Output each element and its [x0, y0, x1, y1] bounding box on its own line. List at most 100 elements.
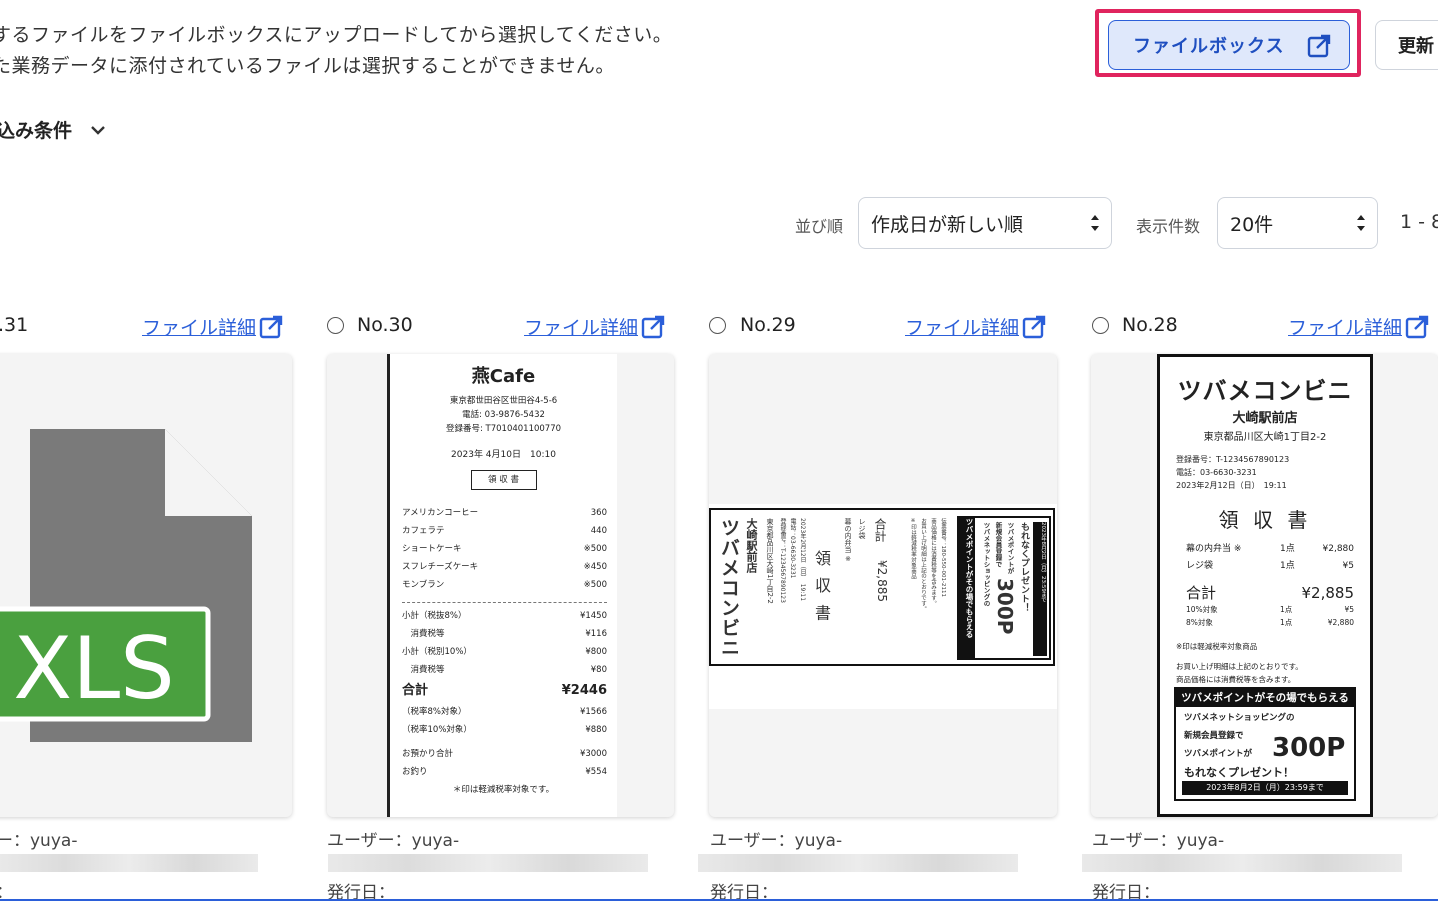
receipt-promo-box: ツバメポイントがその場でもらえる ツバメネットショッピングの 新規会員登録で ツ…: [1174, 687, 1356, 801]
cafe-receipt: 燕Cafe 東京都世田谷区世田谷4-5-6 電話: 03-9876-5432 登…: [387, 354, 617, 817]
receipt-row: 10%対象 1点 ¥5: [1186, 603, 1354, 616]
file-user: ユーザー：yuya-: [1092, 831, 1225, 851]
receipt-row-price: ※450: [583, 562, 607, 572]
sort-select[interactable]: 作成日が新しい順: [858, 197, 1112, 249]
receipt-reg-number: 登録番号：T-1234567890123: [1176, 455, 1290, 464]
file-thumbnail[interactable]: 燕Cafe 東京都世田谷区世田谷4-5-6 電話: 03-9876-5432 登…: [327, 354, 674, 817]
receipt-tax-rows: 10%対象 1点 ¥5 8%対象 1点 ¥2,880: [1186, 603, 1354, 629]
receipt-shop-name: ツバメコンビニ: [1177, 377, 1353, 405]
file-detail-link[interactable]: ファイル詳細: [905, 313, 1046, 340]
promo-line-1: ツバメネットショッピングの: [1184, 713, 1295, 723]
receipt-row: お預かり合計 ¥3000: [402, 745, 607, 763]
sort-label: 並び順: [795, 217, 844, 236]
file-thumbnail[interactable]: ツバメコンビニ 大崎駅前店 東京都品川区大崎1丁目2-2 登録番号：T-1234…: [709, 354, 1057, 817]
external-link-icon: [1022, 315, 1046, 338]
blurred-text: [328, 854, 648, 872]
blurred-text: [698, 854, 1018, 872]
promo-heading: ツバメポイントがその場でもらえる: [959, 518, 975, 658]
receipt-tax-rows: （税率8%対象） ¥1566 （税率10%対象） ¥880: [402, 703, 607, 739]
file-thumbnail[interactable]: XLS: [0, 354, 292, 817]
promo-heading: ツバメポイントがその場でもらえる: [1176, 689, 1354, 707]
file-card-header: .31 ファイル詳細: [0, 314, 290, 342]
file-number: No.29: [740, 314, 796, 336]
receipt-note-4: 伝票番号：180-550-001-2111: [940, 518, 946, 597]
receipt-row-name: 10%対象: [1186, 605, 1218, 614]
receipt-datetime: 2023年2月12日（日） 19:11: [799, 518, 806, 602]
rotated-receipt-sheet: ツバメコンビニ 大崎駅前店 東京都品川区大崎1丁目2-2 登録番号：T-1234…: [709, 504, 1057, 709]
receipt-row: カフェラテ 440: [402, 522, 607, 540]
file-detail-link[interactable]: ファイル詳細: [524, 313, 665, 340]
file-select-radio[interactable]: [1092, 317, 1109, 334]
promo-line-2: 新規会員登録で: [994, 522, 1002, 568]
receipt-address: 東京都品川区大崎1丁目2-2: [1203, 432, 1327, 443]
receipt-row-name: 小計（税別10%）: [402, 647, 472, 657]
receipt-total-row: 合計 ¥2,885: [1186, 583, 1354, 603]
receipt-row-name: お釣り: [402, 767, 428, 777]
file-select-radio[interactable]: [709, 317, 726, 334]
receipt-shop-name: 燕Cafe: [471, 366, 536, 387]
file-detail-link[interactable]: ファイル詳細: [142, 313, 283, 340]
promo-deadline: 2023年8月2日（月）23:59まで: [1033, 522, 1047, 656]
receipt-row-name: 消費税等: [402, 629, 445, 639]
receipt-row: 小計（税抜8%） ¥1450: [402, 607, 607, 625]
file-number: No.28: [1122, 314, 1178, 336]
receipt-row-price: ¥2,880: [1322, 544, 1355, 554]
filebox-button[interactable]: ファイルボックス: [1108, 20, 1350, 70]
receipt-row: レジ袋 1点 ¥5: [1186, 558, 1354, 575]
promo-line-4: もれなくプレゼント！: [1019, 522, 1029, 612]
refresh-button[interactable]: 更新: [1375, 20, 1438, 70]
file-detail-link-label: ファイル詳細: [524, 317, 639, 339]
receipt-row-name: ショートケーキ: [402, 544, 462, 554]
xls-label: XLS: [13, 619, 174, 719]
receipt-datetime: 2023年2月12日（日） 19:11: [1176, 481, 1287, 490]
receipt-note-3: 商品価格には消費税等を含みます。: [1176, 675, 1296, 684]
file-detail-link-label: ファイル詳細: [142, 317, 257, 339]
receipt-address: 東京都品川区大崎1丁目2-2: [766, 518, 774, 604]
receipt-tel: 電話：03-6630-3231: [1176, 468, 1257, 477]
receipt-row: 消費税等 ¥116: [402, 625, 608, 643]
filter-conditions-toggle[interactable]: 込み条件: [0, 116, 106, 143]
receipt-row-qty: 1点: [1280, 618, 1293, 627]
receipt-row-name: アメリカンコーヒー: [402, 508, 479, 518]
display-count-label: 表示件数: [1136, 217, 1201, 236]
receipt-row-price: ※500: [583, 580, 607, 590]
receipt-row-name: レジ袋: [1186, 561, 1214, 571]
display-count-value: 20件: [1230, 213, 1274, 236]
receipt-row-price: ¥5: [1342, 561, 1354, 571]
receipt-row: アメリカンコーヒー 360: [402, 504, 607, 522]
receipt-total-label: 合計: [873, 518, 887, 542]
receipt-datetime: 2023年 4月10日 10:10: [451, 450, 556, 460]
file-thumbnail[interactable]: ツバメコンビニ 大崎駅前店 東京都品川区大崎1丁目2-2 登録番号：T-1234…: [1091, 354, 1438, 817]
receipt-row: モンブラン ※500: [402, 576, 607, 594]
receipt-row: 小計（税別10%） ¥800: [402, 643, 607, 661]
promo-line-3: ツバメポイントが: [1006, 522, 1014, 574]
notice-line-2: た業務データに添付されているファイルは選択することができません。: [0, 55, 615, 77]
chevron-down-icon: [91, 125, 105, 135]
receipt-row: （税率10%対象） ¥880: [402, 721, 607, 739]
receipt-row-price: ¥554: [585, 767, 607, 777]
receipt-row-price: ¥3000: [579, 749, 607, 759]
receipt-item-1: 幕の内弁当 ※: [844, 518, 852, 564]
receipt-row-name: スフレチーズケーキ: [402, 562, 479, 572]
receipt-row-name: （税率8%対象）: [402, 707, 467, 717]
receipt-note: ＊印は軽減税率対象です。: [452, 785, 555, 795]
blurred-text: [1082, 854, 1402, 872]
receipt-total-value: ¥2,885: [875, 560, 889, 602]
file-user: ユーザー：yuya-: [327, 831, 460, 851]
receipt-row-price: ¥800: [585, 647, 607, 657]
file-user: ユーザー：yuya-: [710, 831, 843, 851]
receipt-note-2: お買い上げ明細は上記のとおりです。: [1176, 662, 1303, 671]
receipt-note-2: お買い上げ明細は上記のとおりです。: [920, 518, 926, 612]
receipt-note-1: ※印は軽減税率対象商品: [910, 518, 916, 579]
receipt-row-price: ¥116: [585, 629, 607, 639]
receipt-row-qty: 1点: [1280, 561, 1295, 571]
external-link-icon: [1307, 34, 1331, 58]
receipt-row-name: （税率10%対象）: [402, 725, 472, 735]
display-count-select[interactable]: 20件: [1217, 197, 1378, 249]
receipt-row-qty: 1点: [1280, 605, 1293, 614]
receipt-row-price: ¥5: [1344, 605, 1354, 614]
file-select-radio[interactable]: [327, 317, 344, 334]
file-card-header: No.30 ファイル詳細: [326, 314, 672, 342]
file-detail-link[interactable]: ファイル詳細: [1288, 313, 1429, 340]
receipt-row: 消費税等 ¥80: [402, 661, 608, 679]
